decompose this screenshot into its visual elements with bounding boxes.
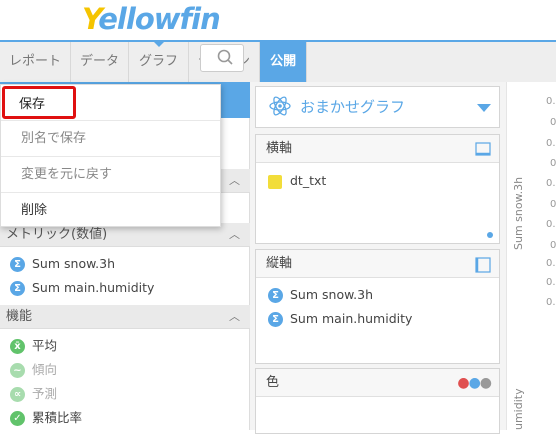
menu-save-as[interactable]: 別名で保存 [1,121,220,157]
trend-icon: ~ [10,362,25,378]
axis-tick: 0 [550,240,556,251]
header: Yellowfin [0,0,556,40]
y-axis-label-secondary: umidity [512,388,525,430]
axis-tick: 0. [546,96,556,107]
color-palette-icon[interactable]: ●●● [457,369,492,397]
y-axis-box[interactable]: 縦軸 Σ Sum snow.3h Σ Sum main.humidity [255,249,500,364]
search-icon[interactable] [216,48,234,66]
dimension-icon [268,174,282,189]
tab-report[interactable]: レポート [0,42,72,82]
axis-tick: 0. [546,297,556,308]
x-axis-box[interactable]: 横軸 dt_txt [255,134,500,244]
atom-icon [269,96,291,116]
axis-tick: 0. [546,178,556,189]
chart-preview [506,82,556,430]
function-item[interactable]: ~ 傾向 [10,359,57,381]
main-tabbar: レポート データ グラフ デザイン 公開 [0,40,556,82]
x-axis-header: 横軸 [256,135,499,163]
axis-tick: 0. [546,277,556,288]
sigma-icon: Σ [268,287,283,303]
y-axis-label: Sum snow.3h [512,176,525,250]
forecast-icon: ∝ [10,386,25,402]
function-item[interactable]: ✓ 累積比率 [10,407,82,429]
menu-save-label[interactable]: 保存 [19,93,45,112]
axis-tick: 0. [546,219,556,230]
cumulative-icon: ✓ [10,410,25,426]
y-axis-field[interactable]: Σ Sum snow.3h [268,284,511,306]
axis-tick: 0 [550,199,556,210]
average-icon: x̄ [10,338,25,354]
sigma-icon: Σ [10,256,25,272]
menu-delete[interactable]: 削除 [1,193,220,229]
axis-tick: 0. [546,138,556,149]
tab-data[interactable]: データ [71,42,130,82]
axis-tick: 0 [550,117,556,128]
axis-horizontal-icon[interactable] [475,142,491,156]
sigma-icon: Σ [10,280,25,296]
resize-dot-icon[interactable] [487,232,493,238]
collapse-chevron-icon[interactable]: ︿ [229,305,240,329]
y-axis-field[interactable]: Σ Sum main.humidity [268,308,511,330]
functions-section-header[interactable]: 機能 ︿ [0,305,250,329]
menu-revert[interactable]: 変更を元に戻す [1,157,220,193]
metric-field[interactable]: Σ Sum snow.3h [10,253,115,275]
chart-type-label[interactable]: おまかせグラフ [300,96,405,117]
tab-publish[interactable]: 公開 [260,42,308,82]
function-item[interactable]: x̄ 平均 [10,335,57,357]
color-header: 色 ●●● [256,369,499,397]
tab-chart[interactable]: グラフ [129,41,190,82]
sigma-icon: Σ [268,311,283,327]
axis-tick: 0 [550,158,556,169]
yellowfin-logo: Yellowfin [82,2,221,36]
axis-tick: 0. [546,258,556,269]
active-step-caret-icon [152,41,165,47]
collapse-chevron-icon[interactable]: ︿ [229,169,240,193]
chevron-down-icon[interactable] [477,104,491,112]
function-item[interactable]: ∝ 予測 [10,383,57,405]
color-box[interactable]: 色 ●●● [255,368,500,434]
collapse-chevron-icon[interactable]: ︿ [229,223,240,247]
axis-vertical-icon[interactable] [475,257,491,273]
x-axis-field[interactable]: dt_txt [256,163,499,199]
y-axis-header: 縦軸 [256,250,499,278]
metric-field[interactable]: Σ Sum main.humidity [10,277,154,299]
